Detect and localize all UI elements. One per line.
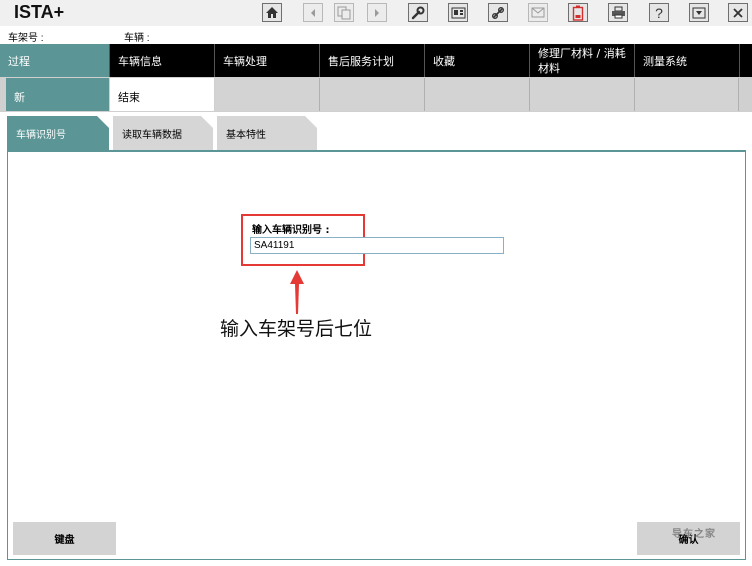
minimize-button[interactable]	[689, 3, 709, 22]
home-button[interactable]	[262, 3, 282, 22]
close-icon	[733, 7, 743, 18]
subnav-empty-2	[320, 78, 425, 111]
keyboard-button[interactable]: 键盘	[13, 522, 116, 555]
nav-process[interactable]: 过程	[0, 44, 110, 77]
copy-button[interactable]	[334, 3, 354, 22]
minimize-icon	[692, 7, 706, 18]
copy-pages-icon	[337, 6, 351, 19]
id-button[interactable]	[448, 3, 468, 22]
content-panel: 输入车辆识别号 : 输入车架号后七位 键盘 确认	[7, 150, 746, 560]
nav-measuring-system[interactable]: 测量系统	[635, 44, 740, 77]
workshop-button[interactable]	[408, 3, 428, 22]
sub-nav: 新 结束	[0, 77, 752, 112]
nav-favorites[interactable]: 收藏	[425, 44, 530, 77]
vehicle-info-label: 车辆 :	[124, 33, 150, 44]
envelope-icon	[531, 7, 545, 18]
nav-vehicle-info[interactable]: 车辆信息	[110, 44, 215, 77]
subnav-empty-1	[215, 78, 320, 111]
vin-info-label: 车架号 :	[8, 33, 44, 44]
nav-service-plan[interactable]: 售后服务计划	[320, 44, 425, 77]
subnav-empty-4	[530, 78, 635, 111]
subnav-empty-5	[635, 78, 739, 111]
nav-workshop-materials-line2: 材料	[538, 62, 560, 75]
home-icon	[266, 7, 278, 18]
battery-icon	[572, 5, 584, 21]
nav-vehicle-management[interactable]: 车辆处理	[215, 44, 320, 77]
wrench-icon	[411, 6, 425, 19]
watermark: 导车之家	[672, 529, 716, 540]
svg-text:?: ?	[655, 6, 663, 20]
close-button[interactable]	[728, 3, 748, 22]
vin-field-label: 输入车辆识别号 :	[252, 225, 330, 236]
battery-button[interactable]	[568, 3, 588, 22]
print-button[interactable]	[608, 3, 628, 22]
printer-icon	[611, 6, 625, 19]
main-nav: 过程 车辆信息 车辆处理 售后服务计划 收藏 修理厂材料 / 消耗 材料 测量系…	[0, 44, 752, 77]
tab-vin[interactable]: 车辆识别号	[7, 116, 109, 150]
help-button[interactable]: ?	[649, 3, 669, 22]
tab-read-vehicle-data[interactable]: 读取车辆数据	[113, 116, 213, 150]
nav-workshop-materials[interactable]: 修理厂材料 / 消耗 材料	[530, 44, 635, 77]
subnav-empty-3	[425, 78, 530, 111]
arrow-up-icon	[290, 270, 304, 314]
arrow-right-icon	[375, 8, 379, 17]
messages-button[interactable]	[528, 3, 548, 22]
forward-button[interactable]	[367, 3, 387, 22]
vin-input[interactable]	[250, 237, 504, 254]
id-card-icon	[451, 7, 465, 18]
connection-button[interactable]	[488, 3, 508, 22]
arrow-left-icon	[311, 8, 315, 17]
subnav-new[interactable]: 新	[6, 78, 109, 111]
link-icon	[492, 6, 504, 19]
back-button[interactable]	[303, 3, 323, 22]
tab-row: 车辆识别号 读取车辆数据 基本特性	[0, 112, 752, 150]
nav-workshop-materials-line1: 修理厂材料 / 消耗	[538, 47, 626, 60]
tab-basic-features[interactable]: 基本特性	[217, 116, 317, 150]
vehicle-info-row: 车架号 : 车辆 :	[0, 26, 752, 44]
help-icon: ?	[655, 6, 663, 20]
app-title: ISTA+	[14, 2, 65, 22]
subnav-end[interactable]: 结束	[110, 78, 214, 111]
title-bar: ISTA+ ?	[0, 0, 752, 26]
annotation-text: 输入车架号后七位	[220, 318, 373, 340]
